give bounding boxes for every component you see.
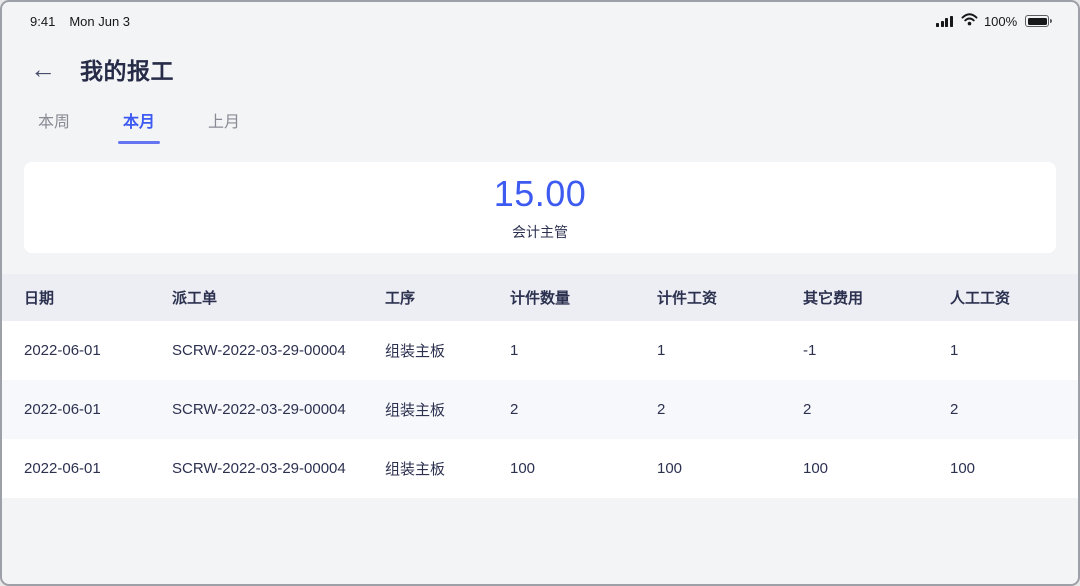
- column-header: 人工工资: [950, 287, 1078, 308]
- table-row[interactable]: 2022-06-01SCRW-2022-03-29-00004组装主板10010…: [2, 439, 1078, 498]
- summary-value: 15.00: [494, 173, 587, 215]
- table-cell: 1: [657, 342, 803, 359]
- table-cell: 100: [803, 460, 950, 477]
- battery-percent: 100%: [984, 14, 1017, 29]
- table-cell: 100: [657, 460, 803, 477]
- column-header: 工序: [385, 287, 510, 308]
- status-date: Mon Jun 3: [69, 14, 130, 29]
- battery-icon: [1025, 15, 1052, 27]
- column-header: 日期: [24, 287, 172, 308]
- table-cell: 1: [510, 342, 657, 359]
- summary-label: 会计主管: [512, 222, 568, 242]
- page-title: 我的报工: [80, 52, 174, 86]
- table-cell: 2022-06-01: [24, 342, 172, 359]
- tab-this-week[interactable]: 本周: [38, 108, 70, 144]
- table-row[interactable]: 2022-06-01SCRW-2022-03-29-00004组装主板11-11: [2, 321, 1078, 380]
- table-cell: SCRW-2022-03-29-00004: [172, 342, 385, 359]
- page-header: ← 我的报工: [2, 32, 1078, 86]
- column-header: 计件数量: [510, 287, 657, 308]
- table-cell: 2: [510, 401, 657, 418]
- table-cell: 组装主板: [385, 399, 510, 420]
- tab-bar: 本周 本月 上月: [2, 86, 1078, 144]
- table-body: 2022-06-01SCRW-2022-03-29-00004组装主板11-11…: [2, 321, 1078, 498]
- table-cell: -1: [803, 342, 950, 359]
- table-cell: 组装主板: [385, 458, 510, 479]
- tab-this-month[interactable]: 本月: [123, 108, 155, 144]
- app-window: 9:41 Mon Jun 3 100% ← 我的报工 本周 本月 上月: [0, 0, 1080, 586]
- status-time: 9:41: [30, 14, 55, 29]
- table-cell: 100: [510, 460, 657, 477]
- report-table: 日期派工单工序计件数量计件工资其它费用人工工资 2022-06-01SCRW-2…: [2, 274, 1078, 498]
- table-cell: SCRW-2022-03-29-00004: [172, 401, 385, 418]
- table-cell: SCRW-2022-03-29-00004: [172, 460, 385, 477]
- column-header: 其它费用: [803, 287, 950, 308]
- table-cell: 2: [803, 401, 950, 418]
- cellular-signal-icon: [936, 16, 953, 27]
- table-cell: 2022-06-01: [24, 460, 172, 477]
- tab-last-month[interactable]: 上月: [208, 108, 240, 144]
- table-header-row: 日期派工单工序计件数量计件工资其它费用人工工资: [2, 274, 1078, 321]
- table-cell: 组装主板: [385, 340, 510, 361]
- status-bar: 9:41 Mon Jun 3 100%: [2, 2, 1078, 32]
- table-cell: 2022-06-01: [24, 401, 172, 418]
- column-header: 计件工资: [657, 287, 803, 308]
- table-cell: 2: [657, 401, 803, 418]
- back-button[interactable]: ←: [30, 56, 56, 82]
- table-row[interactable]: 2022-06-01SCRW-2022-03-29-00004组装主板2222: [2, 380, 1078, 439]
- table-cell: 2: [950, 401, 1078, 418]
- table-cell: 1: [950, 342, 1078, 359]
- wifi-icon: [961, 13, 978, 29]
- column-header: 派工单: [172, 287, 385, 308]
- summary-card: 15.00 会计主管: [24, 162, 1056, 253]
- table-cell: 100: [950, 460, 1078, 477]
